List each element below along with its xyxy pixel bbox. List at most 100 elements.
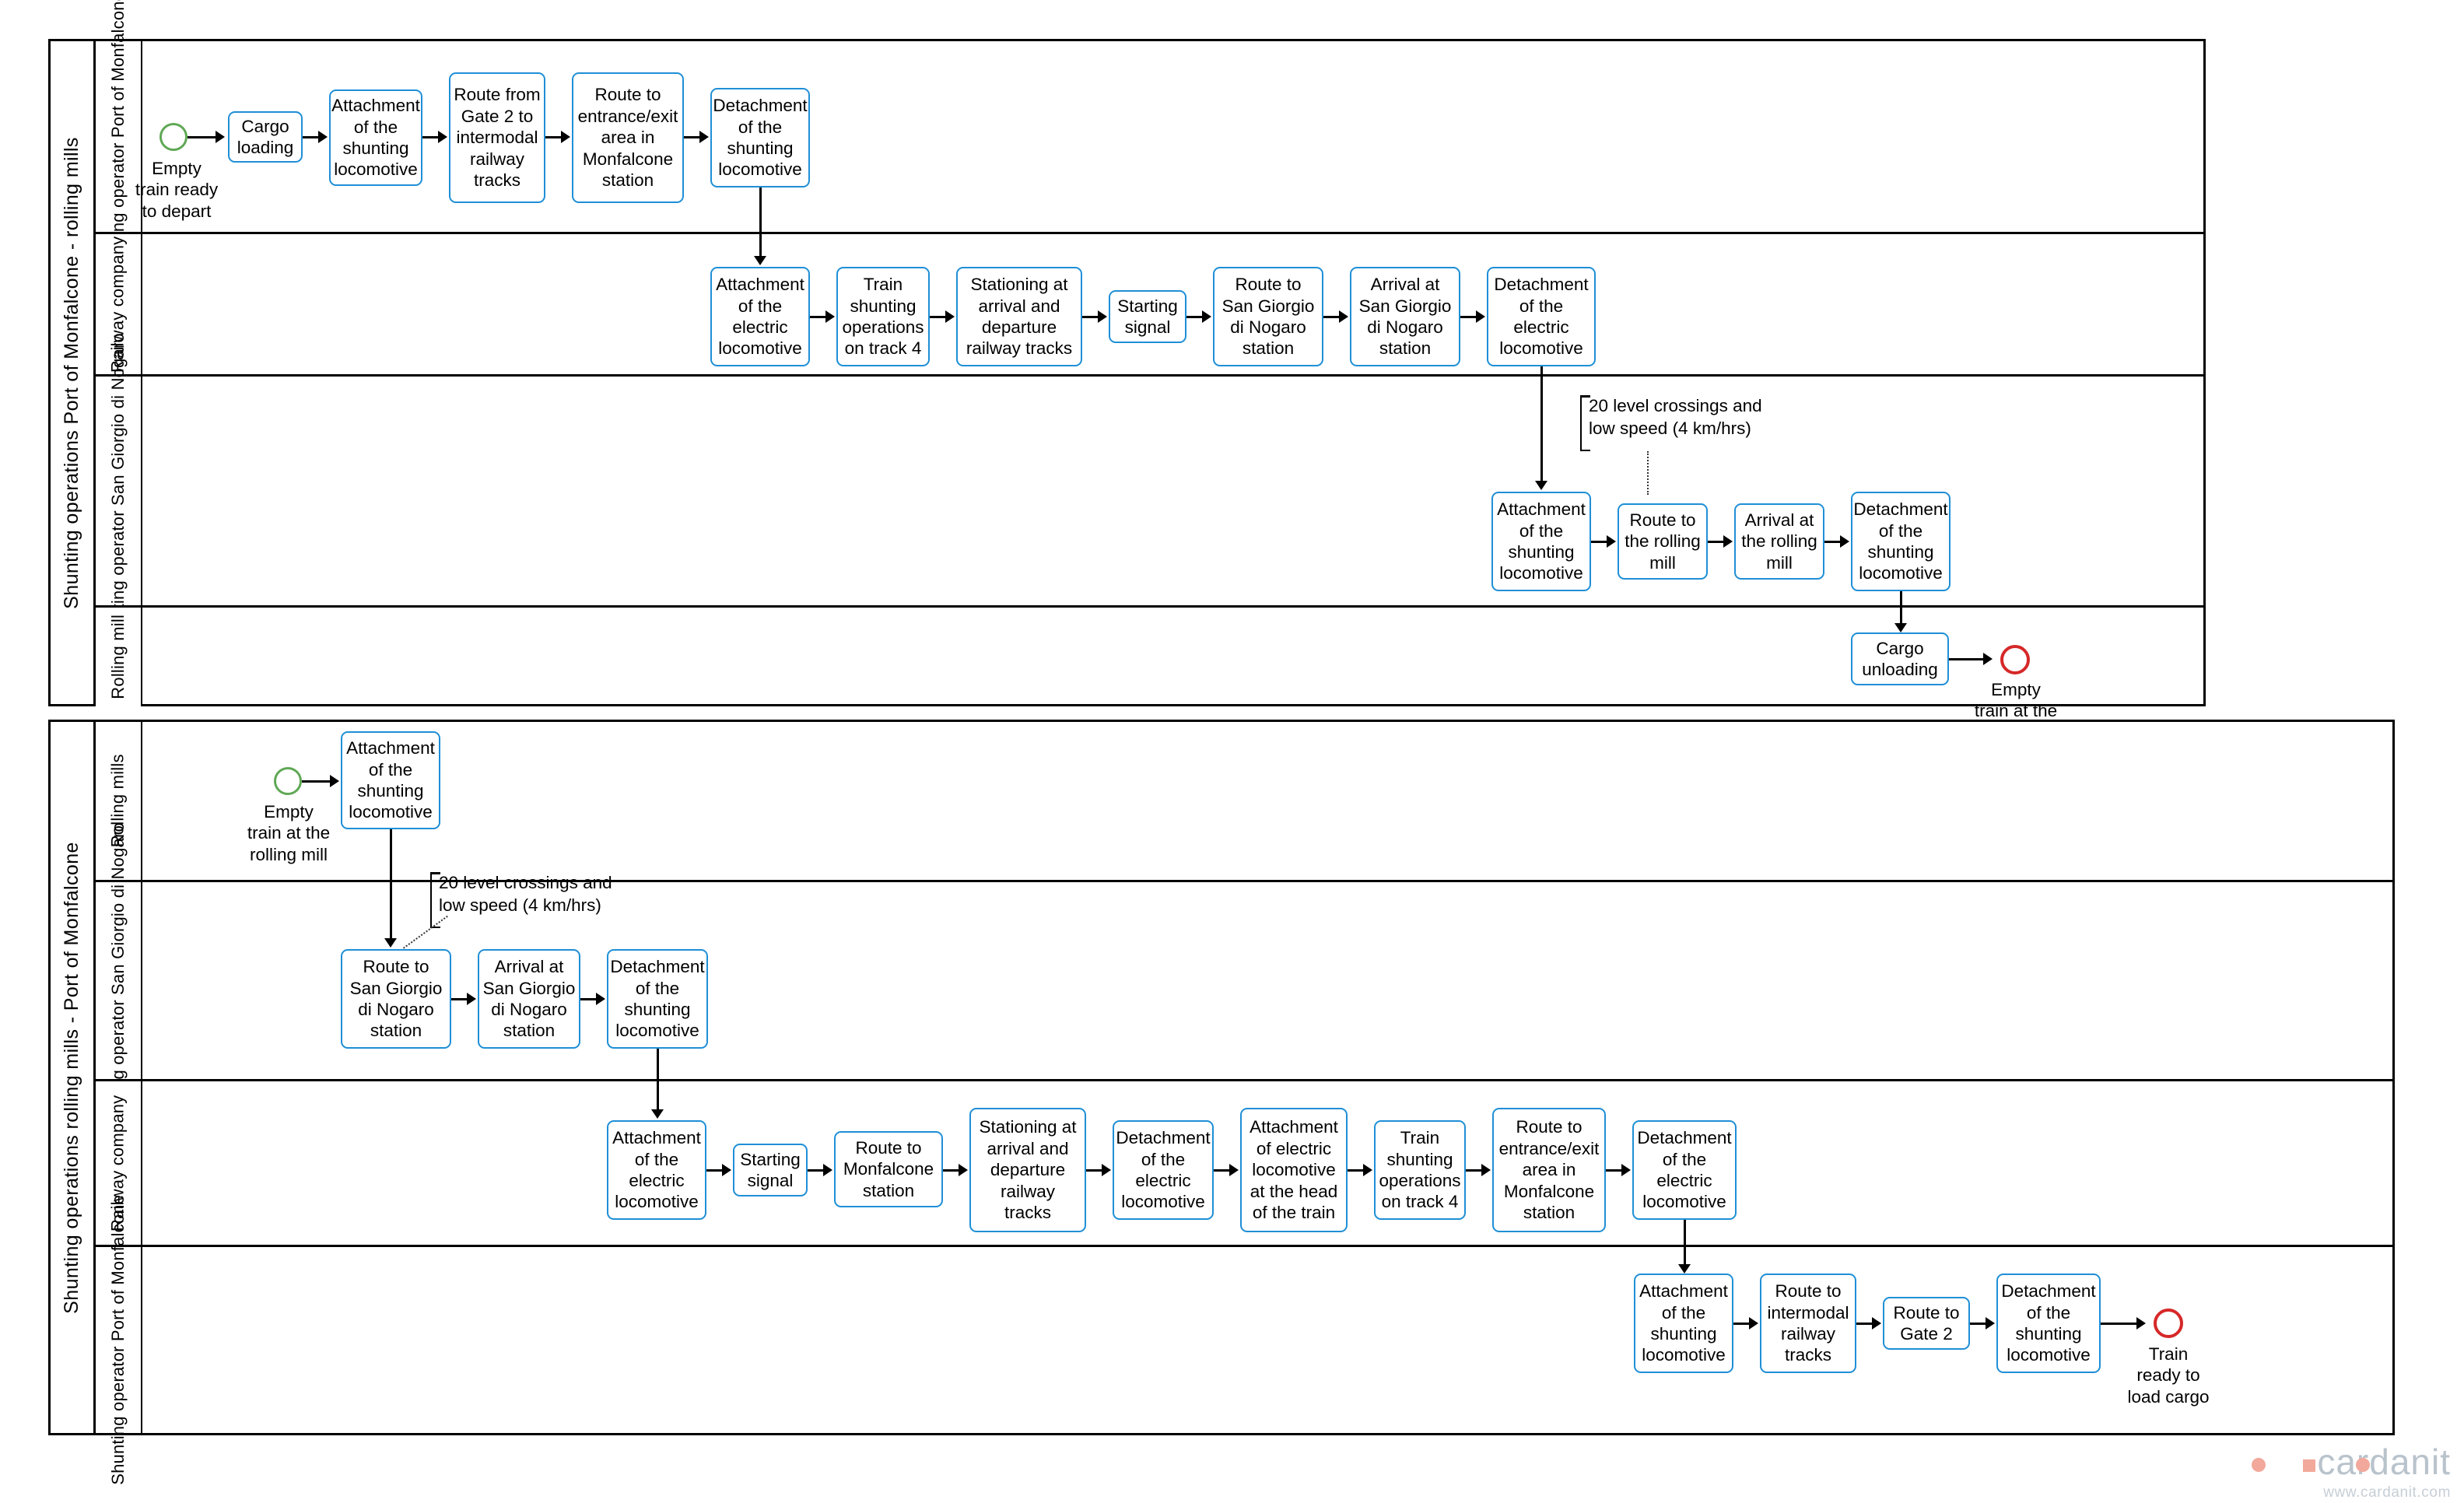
lane-1-4-label: Rolling mill: [107, 615, 128, 699]
connector-route-gate2-to-route-entrance: [545, 136, 563, 138]
arrowhead: [1894, 623, 1907, 632]
task-detachment-electric-locomotive[interactable]: Detachment of the electric locomotive: [1113, 1120, 1214, 1220]
connector-3: [1970, 1323, 1987, 1325]
start-event-empty-train-ready-to-depart[interactable]: [159, 123, 188, 151]
task-cargo-unloading[interactable]: Cargo unloading: [1851, 632, 1949, 685]
task-starting-signal[interactable]: Starting signal: [733, 1144, 808, 1196]
annotation-connector-line-1: [1647, 451, 1649, 495]
task-route-to-intermodal-railway-tracks[interactable]: Route to intermodal railway tracks: [1760, 1274, 1856, 1373]
connector-attachment-to-next-lane: [390, 829, 392, 882]
task-route-to-san-giorgio-station[interactable]: Route to San Giorgio di Nogaro station: [341, 949, 451, 1049]
task-arrival-at-san-giorgio-station[interactable]: Arrival at San Giorgio di Nogaro station: [1350, 267, 1460, 366]
lane-1-3-label: Shunting operator San Giorgio di Nogaro: [107, 332, 128, 650]
arrowhead: [1723, 535, 1733, 548]
task-detachment-electric-locomotive[interactable]: Detachment of the electric locomotive: [1487, 267, 1596, 366]
connector-detachment-to-next-lane: [759, 187, 762, 234]
connector-incoming-vertical: [657, 1081, 659, 1111]
connector-detachment-to-end: [2101, 1323, 2138, 1325]
connector-cargo-unloading-to-end: [1949, 658, 1985, 660]
arrowhead: [1481, 1164, 1491, 1176]
task-detachment-shunting-locomotive[interactable]: Detachment of the shunting locomotive: [607, 949, 708, 1049]
connector-2: [580, 998, 598, 1000]
end-event-train-ready-to-load-cargo[interactable]: [2154, 1309, 2183, 1338]
task-route-to-gate-2[interactable]: Route to Gate 2: [1883, 1297, 1970, 1350]
task-arrival-at-the-rolling-mill[interactable]: Arrival at the rolling mill: [1734, 503, 1824, 580]
connector-4: [1086, 1169, 1103, 1172]
task-detachment-shunting-locomotive[interactable]: Detachment of the shunting locomotive: [710, 88, 810, 187]
lane-1-4-title-band: Rolling mill: [96, 608, 142, 706]
lane-1-1-body: Empty train ready to depart Cargo loadin…: [135, 41, 2206, 234]
task-route-to-monfalcone-station[interactable]: Route to Monfalcone station: [834, 1131, 943, 1207]
task-attachment-electric-locomotive[interactable]: Attachment of the electric locomotive: [607, 1120, 706, 1220]
arrowhead: [216, 131, 225, 143]
arrowhead: [1339, 310, 1348, 323]
arrowhead: [823, 1164, 832, 1176]
connector-1: [810, 316, 827, 318]
task-attachment-electric-locomotive[interactable]: Attachment of the electric locomotive: [710, 267, 810, 366]
connector-route-entrance-to-detachment: [684, 136, 701, 138]
connector-2: [1856, 1323, 1873, 1325]
connector-3: [1082, 316, 1099, 318]
pool-shunting-rolling-mills-to-port: Shunting operations rolling mills - Port…: [48, 720, 2395, 1485]
arrowhead: [945, 310, 955, 323]
lane-railway-company: Railway company Attachment of the electr…: [96, 234, 2206, 377]
task-stationing-arrival-departure-tracks[interactable]: Stationing at arrival and departure rail…: [969, 1108, 1086, 1232]
task-attachment-shunting-locomotive[interactable]: Attachment of the shunting locomotive: [1491, 492, 1591, 591]
lane-1-4-body: Cargo unloading Empty train at the rolli…: [142, 608, 2206, 742]
lane-shunting-operator-san-giorgio-di-nogaro: Shunting operator San Giorgio di Nogaro …: [96, 333, 2206, 649]
lane-railway-company-2: Railway company Attachment of the electr…: [96, 1081, 2395, 1247]
connector-5: [1323, 316, 1341, 318]
pool-1-title: Shunting operations Port of Monfalcone -…: [61, 136, 82, 609]
task-train-shunting-operations-track4[interactable]: Train shunting operations on track 4: [836, 267, 930, 366]
task-detachment-shunting-locomotive[interactable]: Detachment of the shunting locomotive: [1996, 1274, 2101, 1373]
arrowhead: [596, 993, 605, 1005]
task-route-to-entrance-exit-monfalcone[interactable]: Route to entrance/exit area in Monfalcon…: [572, 72, 684, 203]
task-detachment-electric-locomotive-final[interactable]: Detachment of the electric locomotive: [1632, 1120, 1737, 1220]
connector-incoming-vertical: [759, 234, 762, 258]
connector-6: [1348, 1169, 1365, 1172]
annotation-connector-line-2: [403, 915, 448, 949]
connector-incoming-vertical: [1684, 1247, 1686, 1266]
arrowhead: [561, 131, 570, 143]
arrowhead: [330, 775, 339, 787]
pool-1-title-band: Shunting operations Port of Monfalcone -…: [51, 41, 96, 704]
task-starting-signal[interactable]: Starting signal: [1109, 290, 1186, 343]
end-event-empty-train-at-the-rolling-mill[interactable]: [2000, 645, 2030, 674]
watermark-dot-left: [2252, 1458, 2266, 1472]
arrowhead: [1535, 481, 1547, 490]
task-detachment-shunting-locomotive[interactable]: Detachment of the shunting locomotive: [1851, 492, 1951, 591]
task-route-from-gate2-to-intermodal-tracks[interactable]: Route from Gate 2 to intermodal railway …: [449, 72, 545, 203]
task-attachment-shunting-locomotive[interactable]: Attachment of the shunting locomotive: [329, 89, 422, 186]
bpmn-diagram-canvas: Shunting operations Port of Monfalcone -…: [0, 0, 2464, 1503]
task-arrival-at-san-giorgio-station[interactable]: Arrival at San Giorgio di Nogaro station: [478, 949, 580, 1049]
task-route-to-entrance-exit-monfalcone[interactable]: Route to entrance/exit area in Monfalcon…: [1492, 1108, 1606, 1232]
connector-1: [706, 1169, 724, 1172]
task-route-to-the-rolling-mill[interactable]: Route to the rolling mill: [1618, 503, 1708, 580]
task-route-to-san-giorgio-station[interactable]: Route to San Giorgio di Nogaro station: [1213, 267, 1323, 366]
task-train-shunting-operations-track4[interactable]: Train shunting operations on track 4: [1374, 1120, 1466, 1220]
task-stationing-arrival-departure-tracks[interactable]: Stationing at arrival and departure rail…: [956, 267, 1082, 366]
lane-1-3-body: 20 level crossings and low speed (4 km/h…: [142, 377, 2206, 608]
task-cargo-loading[interactable]: Cargo loading: [228, 111, 303, 163]
task-attachment-shunting-locomotive[interactable]: Attachment of the shunting locomotive: [1634, 1274, 1733, 1373]
connector-detachment-to-next-lane: [1540, 366, 1543, 377]
connector-start-to-attachment: [302, 780, 331, 783]
cardanit-watermark: cardanit www.cardanit.com: [2241, 1441, 2451, 1501]
arrowhead: [1983, 653, 1993, 665]
lane-1-2-body: Attachment of the electric locomotive Tr…: [142, 234, 2206, 377]
lane-rolling-mills: Rolling mills Empty train at the rolling…: [96, 722, 2395, 882]
watermark-square-middle: [2303, 1459, 2315, 1472]
annotation-level-crossings-2: 20 level crossings and low speed (4 km/h…: [430, 872, 718, 928]
start-event-empty-train-at-the-rolling-mill[interactable]: [274, 767, 302, 795]
connector-7: [1466, 1169, 1483, 1172]
lane-2-1-body: Empty train at the rolling mill Attachme…: [142, 722, 2395, 882]
pool-2-title-band: Shunting operations rolling mills - Port…: [51, 722, 96, 1433]
lane-2-2-title-band: Shunting operator San Giorgio di Nogaro: [96, 822, 142, 1139]
task-attachment-electric-locomotive-head-of-train[interactable]: Attachment of electric locomotive at the…: [1240, 1108, 1348, 1232]
annotation-level-crossings-1: 20 level crossings and low speed (4 km/h…: [1580, 395, 1868, 451]
connector-detachment-to-rolling-mill-lane: [1900, 591, 1902, 608]
task-attachment-shunting-locomotive[interactable]: Attachment of the shunting locomotive: [341, 731, 440, 829]
arrowhead: [438, 131, 447, 143]
connector-6: [1460, 316, 1477, 318]
arrowhead: [722, 1164, 731, 1176]
